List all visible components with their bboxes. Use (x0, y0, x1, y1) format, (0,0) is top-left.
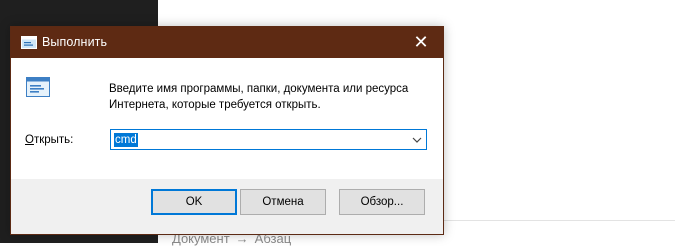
dialog-footer: OK Отмена Обзор... (11, 179, 443, 234)
run-program-icon (26, 77, 50, 97)
browse-button[interactable]: Обзор... (339, 189, 425, 215)
description-line-1: Введите имя программы, папки, документа … (109, 83, 409, 95)
close-button[interactable]: ✕ (399, 27, 443, 58)
dialog-description: Введите имя программы, папки, документа … (109, 81, 439, 113)
open-label: Открыть: (25, 134, 73, 146)
open-combobox[interactable]: cmd (110, 129, 427, 150)
description-line-2: Интернета, которые требуется открыть. (109, 99, 321, 111)
chevron-down-icon[interactable] (411, 134, 423, 146)
run-app-icon (21, 36, 37, 49)
ok-button[interactable]: OK (151, 189, 237, 215)
run-dialog: Выполнить ✕ Введите имя программы, папки… (10, 26, 444, 235)
cancel-button[interactable]: Отмена (240, 189, 326, 215)
open-input-value[interactable]: cmd (114, 133, 138, 147)
open-label-text: ткрыть: (33, 134, 74, 146)
dialog-title: Выполнить (42, 35, 108, 49)
open-label-accelerator: О (25, 134, 34, 146)
close-icon: ✕ (413, 32, 429, 52)
background-divider (440, 220, 675, 221)
dialog-content: Введите имя программы, папки, документа … (11, 58, 443, 179)
dialog-titlebar[interactable]: Выполнить ✕ (11, 27, 443, 58)
